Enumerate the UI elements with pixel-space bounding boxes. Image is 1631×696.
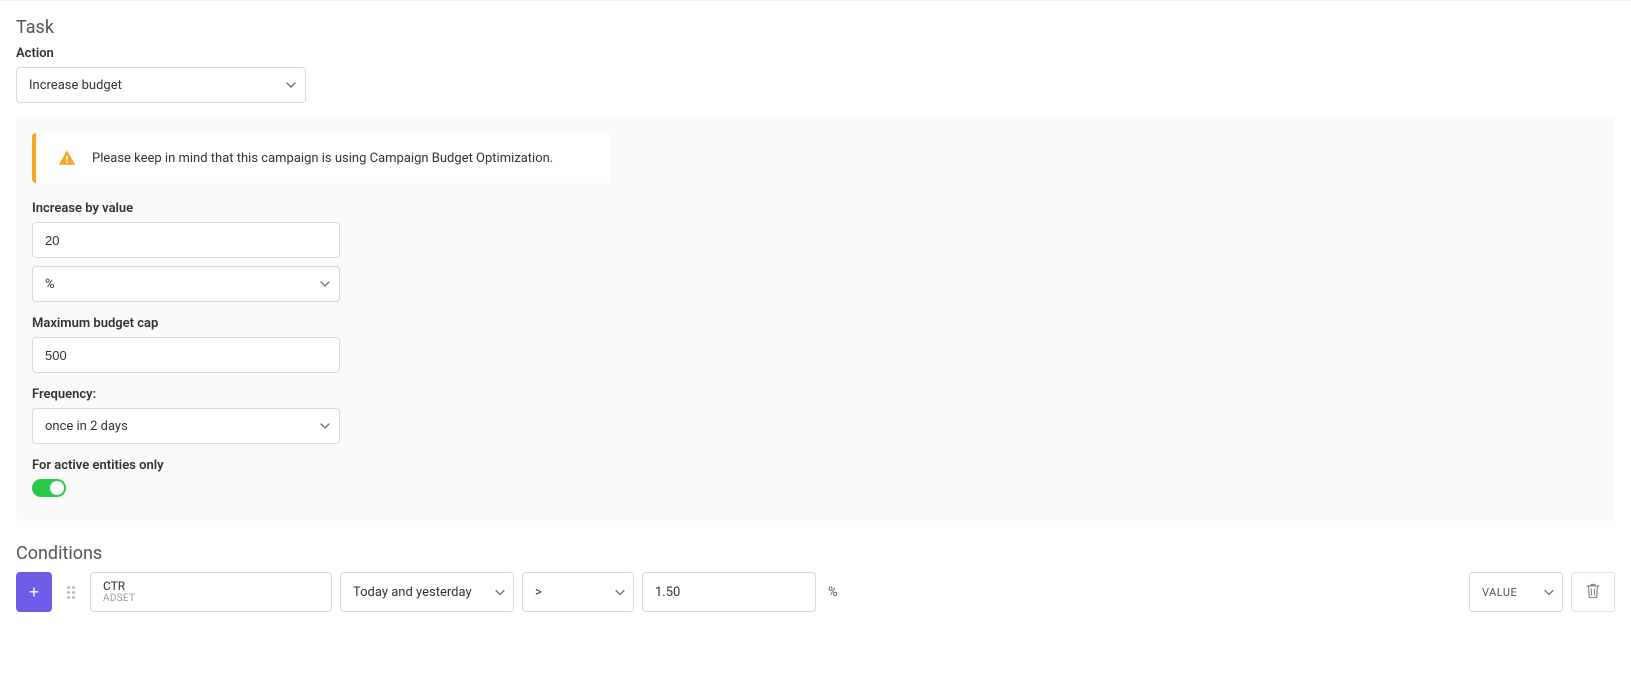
frequency-select[interactable]: once in 2 days — [32, 408, 340, 444]
condition-timeframe-select[interactable]: Today and yesterday — [340, 572, 514, 612]
alert-text: Please keep in mind that this campaign i… — [92, 151, 553, 166]
condition-operator-value: > — [535, 585, 542, 600]
chevron-down-icon — [615, 585, 625, 600]
drag-handle-icon[interactable] — [60, 572, 82, 612]
active-entities-label: For active entities only — [32, 458, 1599, 473]
increase-unit-value: % — [45, 277, 55, 292]
condition-value-input[interactable]: 1.50 — [642, 572, 816, 612]
increase-by-label: Increase by value — [32, 201, 1599, 216]
condition-type-value: VALUE — [1482, 586, 1517, 599]
condition-value: 1.50 — [655, 585, 680, 600]
condition-operator-select[interactable]: > — [522, 572, 634, 612]
chevron-down-icon — [1544, 586, 1554, 599]
condition-metric-select[interactable]: CTR ADSET — [90, 572, 332, 612]
condition-metric-name: CTR — [103, 579, 125, 593]
condition-row: + CTR ADSET Today and yesterday > 1.50 % — [16, 572, 1615, 612]
task-section: Task Action Increase budget Please keep … — [16, 17, 1615, 521]
condition-unit-label: % — [824, 572, 1461, 612]
conditions-section: Conditions + CTR ADSET Today and yesterd… — [16, 543, 1615, 612]
trash-icon — [1586, 583, 1600, 602]
add-condition-button[interactable]: + — [16, 572, 52, 612]
frequency-label: Frequency: — [32, 387, 1599, 402]
condition-metric-level: ADSET — [103, 593, 135, 605]
task-config-panel: Please keep in mind that this campaign i… — [16, 117, 1615, 521]
condition-type-select[interactable]: VALUE — [1469, 572, 1563, 612]
conditions-title: Conditions — [16, 543, 1615, 564]
action-label: Action — [16, 46, 1615, 61]
action-select-value: Increase budget — [29, 78, 122, 93]
condition-timeframe-value: Today and yesterday — [353, 585, 472, 600]
max-budget-cap-input[interactable] — [32, 337, 340, 373]
max-budget-cap-label: Maximum budget cap — [32, 316, 1599, 331]
increase-by-unit-select[interactable]: % — [32, 266, 340, 302]
warning-icon — [58, 149, 76, 167]
cbo-warning-alert: Please keep in mind that this campaign i… — [32, 133, 610, 183]
task-title: Task — [16, 17, 1615, 38]
chevron-down-icon — [495, 585, 505, 600]
frequency-value: once in 2 days — [45, 419, 128, 434]
action-select[interactable]: Increase budget — [16, 67, 306, 103]
delete-condition-button[interactable] — [1571, 572, 1615, 612]
active-entities-toggle[interactable] — [32, 479, 66, 497]
increase-by-value-input[interactable] — [32, 222, 340, 258]
